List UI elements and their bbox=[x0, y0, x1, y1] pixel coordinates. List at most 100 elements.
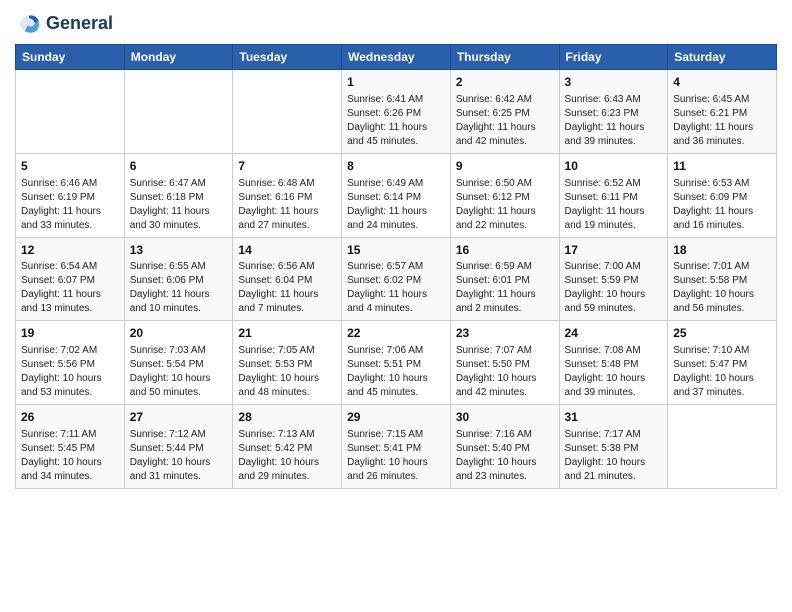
calendar-cell: 7 Sunrise: 6:48 AMSunset: 6:16 PMDaylight… bbox=[233, 153, 342, 237]
cell-content: and 42 minutes. bbox=[456, 135, 554, 149]
cell-content: Sunrise: 6:41 AM bbox=[347, 93, 445, 107]
day-number: 10 bbox=[565, 158, 663, 175]
cell-content: Sunrise: 6:47 AM bbox=[130, 177, 228, 191]
cell-content: Sunrise: 7:00 AM bbox=[565, 260, 663, 274]
cell-content: Sunset: 5:59 PM bbox=[565, 274, 663, 288]
cell-content: Daylight: 11 hours bbox=[456, 288, 554, 302]
cell-content: and 2 minutes. bbox=[456, 302, 554, 316]
cell-content: and 13 minutes. bbox=[21, 302, 119, 316]
cell-content: Sunset: 6:07 PM bbox=[21, 274, 119, 288]
cell-content: Sunset: 6:21 PM bbox=[673, 107, 771, 121]
calendar-cell: 5Sunrise: 6:46 AMSunset: 6:19 PMDaylight… bbox=[16, 153, 125, 237]
cell-content: Sunrise: 6:46 AM bbox=[21, 177, 119, 191]
cell-content: Sunrise: 6:50 AM bbox=[456, 177, 554, 191]
calendar-cell: 31Sunrise: 7:17 AMSunset: 5:38 PMDayligh… bbox=[559, 405, 668, 489]
day-number: 15 bbox=[347, 242, 445, 259]
cell-content: Daylight: 10 hours bbox=[238, 456, 336, 470]
cell-content: Daylight: 11 hours bbox=[130, 288, 228, 302]
cell-content: Sunrise: 6:53 AM bbox=[673, 177, 771, 191]
calendar-cell: 16Sunrise: 6:59 AMSunset: 6:01 PMDayligh… bbox=[450, 237, 559, 321]
cell-content: Daylight: 10 hours bbox=[565, 372, 663, 386]
cell-content: Sunset: 6:04 PM bbox=[238, 274, 336, 288]
cell-content: Sunrise: 6:48 AM bbox=[238, 177, 336, 191]
cell-content: Sunrise: 6:49 AM bbox=[347, 177, 445, 191]
cell-content: and 39 minutes. bbox=[565, 135, 663, 149]
cell-content: and 4 minutes. bbox=[347, 302, 445, 316]
cell-content: Daylight: 11 hours bbox=[565, 121, 663, 135]
calendar-cell: 13Sunrise: 6:55 AMSunset: 6:06 PMDayligh… bbox=[124, 237, 233, 321]
calendar-week-2: 5Sunrise: 6:46 AMSunset: 6:19 PMDaylight… bbox=[16, 153, 777, 237]
day-number: 29 bbox=[347, 409, 445, 426]
cell-content: Sunrise: 6:54 AM bbox=[21, 260, 119, 274]
calendar-cell bbox=[233, 70, 342, 154]
cell-content: Sunset: 6:01 PM bbox=[456, 274, 554, 288]
cell-content: Daylight: 10 hours bbox=[21, 372, 119, 386]
logo: General bbox=[15, 10, 113, 38]
cell-content: and 50 minutes. bbox=[130, 386, 228, 400]
day-number: 16 bbox=[456, 242, 554, 259]
cell-content: and 29 minutes. bbox=[238, 470, 336, 484]
calendar-cell bbox=[124, 70, 233, 154]
header-row: Sunday Monday Tuesday Wednesday Thursday… bbox=[16, 45, 777, 70]
day-number: 22 bbox=[347, 325, 445, 342]
cell-content: Sunset: 6:18 PM bbox=[130, 191, 228, 205]
header: General bbox=[15, 10, 777, 38]
calendar-body: 1Sunrise: 6:41 AMSunset: 6:26 PMDaylight… bbox=[16, 70, 777, 489]
calendar-cell bbox=[16, 70, 125, 154]
cell-content: and 31 minutes. bbox=[130, 470, 228, 484]
cell-content: Daylight: 10 hours bbox=[130, 372, 228, 386]
cell-content: and 45 minutes. bbox=[347, 135, 445, 149]
calendar-cell: 17Sunrise: 7:00 AMSunset: 5:59 PMDayligh… bbox=[559, 237, 668, 321]
calendar-cell: 3Sunrise: 6:43 AMSunset: 6:23 PMDaylight… bbox=[559, 70, 668, 154]
cell-content: Sunset: 6:25 PM bbox=[456, 107, 554, 121]
cell-content: Daylight: 10 hours bbox=[130, 456, 228, 470]
calendar-cell: 28Sunrise: 7:13 AMSunset: 5:42 PMDayligh… bbox=[233, 405, 342, 489]
cell-content: Sunset: 6:16 PM bbox=[238, 191, 336, 205]
cell-content: and 34 minutes. bbox=[21, 470, 119, 484]
day-number: 25 bbox=[673, 325, 771, 342]
calendar-cell: 30Sunrise: 7:16 AMSunset: 5:40 PMDayligh… bbox=[450, 405, 559, 489]
cell-content: Sunset: 6:06 PM bbox=[130, 274, 228, 288]
cell-content: Sunset: 5:42 PM bbox=[238, 442, 336, 456]
cell-content: Daylight: 11 hours bbox=[238, 205, 336, 219]
cell-content: and 21 minutes. bbox=[565, 470, 663, 484]
calendar-cell: 21Sunrise: 7:05 AMSunset: 5:53 PMDayligh… bbox=[233, 321, 342, 405]
day-number: 9 bbox=[456, 158, 554, 175]
calendar-cell: 8Sunrise: 6:49 AMSunset: 6:14 PMDaylight… bbox=[342, 153, 451, 237]
day-number: 14 bbox=[238, 242, 336, 259]
cell-content: and 10 minutes. bbox=[130, 302, 228, 316]
calendar-cell: 23Sunrise: 7:07 AMSunset: 5:50 PMDayligh… bbox=[450, 321, 559, 405]
cell-content: Sunrise: 7:17 AM bbox=[565, 428, 663, 442]
cell-content: Daylight: 11 hours bbox=[347, 121, 445, 135]
cell-content: Sunrise: 6:43 AM bbox=[565, 93, 663, 107]
calendar-week-4: 19Sunrise: 7:02 AMSunset: 5:56 PMDayligh… bbox=[16, 321, 777, 405]
cell-content: Daylight: 11 hours bbox=[565, 205, 663, 219]
cell-content: Daylight: 11 hours bbox=[21, 205, 119, 219]
calendar-cell: 20Sunrise: 7:03 AMSunset: 5:54 PMDayligh… bbox=[124, 321, 233, 405]
cell-content: Sunrise: 6:52 AM bbox=[565, 177, 663, 191]
cell-content: Daylight: 10 hours bbox=[21, 456, 119, 470]
cell-content: Daylight: 11 hours bbox=[21, 288, 119, 302]
cell-content: Sunrise: 7:15 AM bbox=[347, 428, 445, 442]
day-number: 18 bbox=[673, 242, 771, 259]
cell-content: Daylight: 10 hours bbox=[347, 372, 445, 386]
day-number: 7 bbox=[238, 158, 336, 175]
calendar-cell: 27Sunrise: 7:12 AMSunset: 5:44 PMDayligh… bbox=[124, 405, 233, 489]
cell-content: Sunrise: 7:08 AM bbox=[565, 344, 663, 358]
cell-content: Daylight: 10 hours bbox=[456, 456, 554, 470]
calendar-table: Sunday Monday Tuesday Wednesday Thursday… bbox=[15, 44, 777, 489]
calendar-cell: 24Sunrise: 7:08 AMSunset: 5:48 PMDayligh… bbox=[559, 321, 668, 405]
col-thursday: Thursday bbox=[450, 45, 559, 70]
cell-content: and 24 minutes. bbox=[347, 219, 445, 233]
cell-content: Sunset: 6:26 PM bbox=[347, 107, 445, 121]
col-monday: Monday bbox=[124, 45, 233, 70]
col-saturday: Saturday bbox=[668, 45, 777, 70]
cell-content: Sunset: 6:19 PM bbox=[21, 191, 119, 205]
cell-content: Daylight: 11 hours bbox=[456, 121, 554, 135]
cell-content: Sunrise: 7:11 AM bbox=[21, 428, 119, 442]
cell-content: Sunrise: 7:01 AM bbox=[673, 260, 771, 274]
day-number: 3 bbox=[565, 74, 663, 91]
cell-content: Sunset: 5:50 PM bbox=[456, 358, 554, 372]
cell-content: and 33 minutes. bbox=[21, 219, 119, 233]
cell-content: Sunset: 5:47 PM bbox=[673, 358, 771, 372]
